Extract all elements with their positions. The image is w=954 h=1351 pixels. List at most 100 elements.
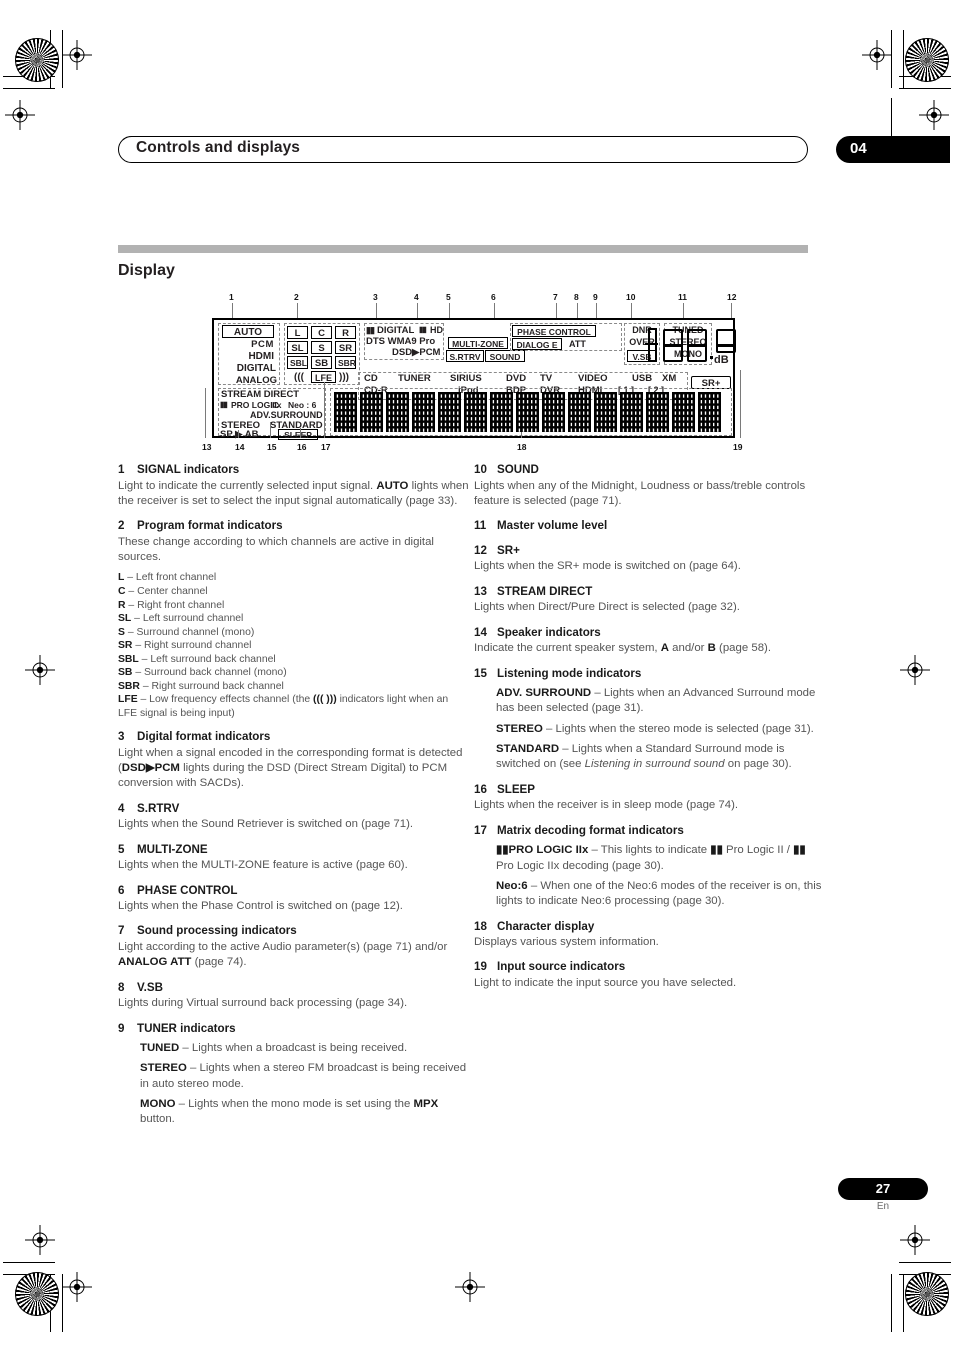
volume-digit-2 (686, 329, 708, 362)
spec-item-19: 19 Input source indicators Light to indica… (474, 959, 825, 991)
spec-item-number: 14 (474, 625, 487, 639)
spec-item-heading: 19 Input source indicators (474, 959, 825, 975)
page-header: Controls and displays (118, 136, 808, 163)
spec-item-number: 3 (118, 730, 125, 744)
spec-item-number: 1 (118, 463, 125, 476)
spec-item-heading: 7 Sound processing indicators (118, 923, 469, 939)
halftone-target (905, 38, 949, 82)
callout-9: 9 (593, 292, 598, 302)
spec-item-number: 12 (474, 543, 487, 557)
volume-digit-1 (662, 329, 684, 362)
spec-item-heading: 18 Character display (474, 919, 825, 935)
spec-item-title: PHASE CONTROL (137, 883, 238, 897)
spec-item-3: 3 Digital format indicators Light when a s… (118, 729, 469, 792)
leader-17 (324, 382, 325, 438)
input-xm: XM (662, 373, 677, 384)
spec-item-9: 9 TUNER indicators TUNED – Lights when a b… (118, 1021, 469, 1128)
crop-line (903, 30, 904, 88)
crop-line (903, 1274, 904, 1332)
page-language: En (876, 1201, 890, 1212)
spec-item-12: 12 SR+ Lights when the SR+ mode is switche… (474, 543, 825, 575)
leader-1 (232, 303, 233, 318)
leader-14 (238, 430, 239, 438)
spec-item-title: Input source indicators (497, 960, 626, 974)
spec-item-title: Speaker indicators (497, 625, 601, 639)
spec-subitem: ADV. SURROUND – Lights when an Advanced … (496, 687, 816, 715)
input-sirius: SIRIUS (450, 373, 482, 384)
indicator-sound: SOUND (485, 350, 525, 362)
spec-item-body: Lights when the Sound Retriever is switc… (118, 818, 414, 831)
spec-item-number: 13 (474, 584, 487, 598)
spec-item-6: 6 PHASE CONTROL Lights when the Phase Cont… (118, 883, 469, 915)
spec-item-title: Digital format indicators (137, 730, 271, 744)
spec-subitem: Neo:6 – When one of the Neo:6 modes of t… (496, 879, 822, 908)
page-number-badge: 27 (838, 1178, 928, 1200)
master-volume-display: dB (645, 324, 737, 368)
spec-item-title: TUNER indicators (137, 1021, 236, 1035)
leader-9 (596, 303, 597, 319)
character-cell (490, 392, 513, 432)
page-title: Controls and displays (136, 139, 301, 156)
spec-subitem: STEREO – Lights when a stereo FM broadca… (140, 1062, 467, 1090)
callout-8: 8 (574, 292, 579, 302)
callout-7: 7 (553, 292, 558, 302)
spec-item-13: 13 STREAM DIRECT Lights when Direct/Pure D… (474, 584, 825, 616)
leader-19 (740, 370, 741, 438)
spec-subitem: ▮▮PRO LOGIC IIx – This lights to indicat… (496, 844, 806, 872)
leader-16 (300, 428, 301, 438)
spec-item-2: 2 Program format indicators These change a… (118, 518, 469, 720)
input-usb: USB (632, 373, 653, 384)
character-cell (438, 392, 461, 432)
spec-item-number: 5 (118, 842, 125, 856)
indicator-adv-surround: ADV.SURROUND (250, 410, 323, 420)
callout-6: 6 (491, 292, 496, 302)
registration-mark (62, 40, 92, 70)
character-cell (360, 392, 383, 432)
spec-item-body: Lights during Virtual surround back proc… (118, 997, 408, 1010)
leader-3 (376, 303, 377, 318)
spec-item-title: Matrix decoding format indicators (497, 823, 684, 837)
spec-item-heading: 10 SOUND (474, 462, 825, 478)
volume-unit-db: dB (714, 354, 729, 366)
character-cell (698, 392, 721, 432)
signal-hdmi: HDMI (248, 351, 274, 362)
spec-item-body: Light to indicate the input source you h… (474, 977, 737, 990)
indicator-neo6: Neo : 6 (288, 400, 317, 410)
display-figure: 1 2 3 4 5 6 7 8 9 10 11 12 AUTO PCM HDMI… (200, 292, 745, 452)
spec-item-body: Lights when the MULTI-ZONE feature is ac… (118, 859, 408, 872)
callout-3: 3 (373, 292, 378, 302)
spec-item-body: Lights when any of the Midnight, Loudnes… (474, 479, 806, 507)
spec-item-title: SOUND (497, 463, 539, 476)
spec-item-body: Lights when the SR+ mode is switched on … (474, 560, 741, 573)
spec-item-title: Listening mode indicators (497, 666, 642, 680)
format-dsd-pcm: DSD▶PCM (392, 347, 441, 358)
spec-item-number: 6 (118, 883, 125, 897)
volume-decimal-point (710, 356, 714, 360)
lfe-left-waves: ((( (294, 372, 304, 383)
channel-S: S (311, 341, 332, 354)
registration-mark (25, 1225, 55, 1255)
spec-item-title: Character display (497, 919, 595, 933)
spec-item-title: SIGNAL indicators (137, 463, 240, 476)
spec-item-body: Indicate the current speaker system, A a… (474, 642, 771, 655)
leader-15 (270, 422, 271, 438)
spec-item-heading: 11 Master volume level (474, 518, 825, 534)
indicator-dialog-e: DIALOG E (512, 338, 562, 350)
lfe-right-waves: ))) (339, 372, 349, 383)
chapter-number: 04 (850, 140, 867, 157)
spec-item-7: 7 Sound processing indicators Light accord… (118, 923, 469, 970)
spec-item-body: Light to indicate the currently selected… (118, 479, 469, 507)
spec-item-title: SR+ (497, 543, 520, 557)
callout-16: 16 (297, 442, 307, 452)
channel-SBL: SBL (287, 356, 308, 369)
registration-mark (25, 655, 55, 685)
registration-mark (900, 655, 930, 685)
input-tuner: TUNER (398, 373, 431, 384)
spec-item-heading: 4 S.RTRV (118, 801, 469, 817)
spec-item-title: V.SB (137, 980, 163, 994)
callout-5: 5 (446, 292, 451, 302)
registration-mark (5, 100, 35, 130)
spec-item-5: 5 MULTI-ZONE Lights when the MULTI-ZONE fe… (118, 842, 469, 874)
right-text-column: 10 SOUND Lights when any of the Midnight, … (474, 462, 825, 1000)
spec-item-body: Lights when the receiver is in sleep mod… (474, 799, 739, 812)
